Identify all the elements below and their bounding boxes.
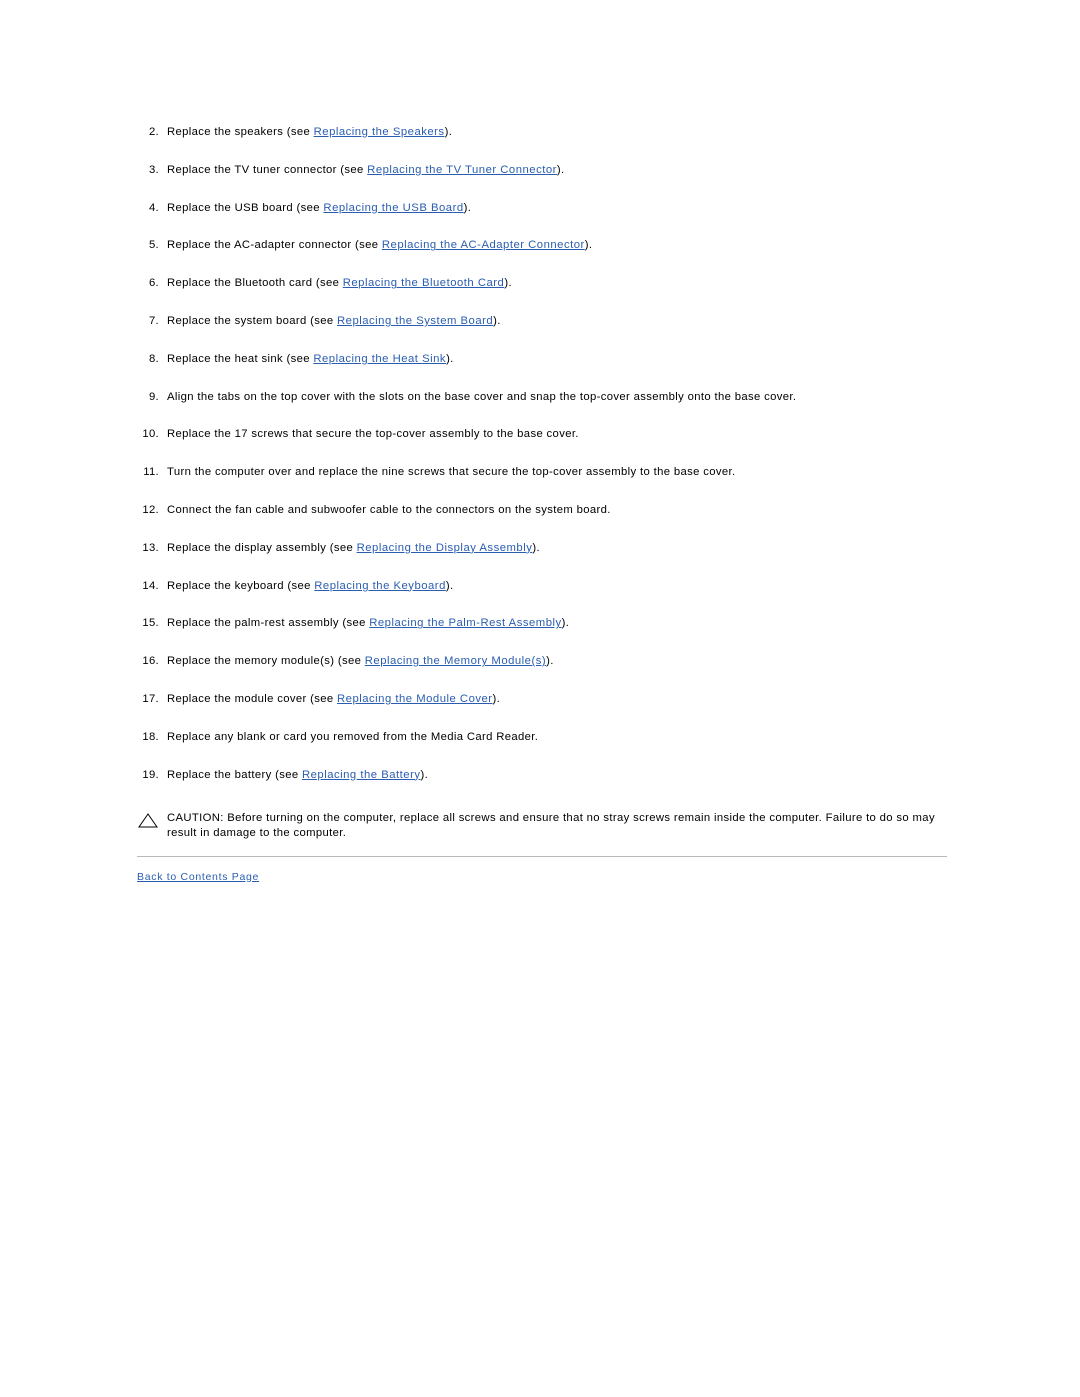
step-text: Replace the speakers (see bbox=[167, 126, 314, 138]
step-text: Replace the palm-rest assembly (see bbox=[167, 617, 370, 630]
step-text-suffix: ). bbox=[546, 655, 554, 668]
step-text: Replace the USB board (see bbox=[167, 201, 324, 214]
procedure-step: 17. Replace the module cover (see Replaci… bbox=[137, 692, 947, 707]
document-page: 2. Replace the speakers (see Replacing th… bbox=[0, 0, 1080, 1397]
procedure-step: 2. Replace the speakers (see Replacing th… bbox=[137, 125, 947, 140]
step-text-suffix: ). bbox=[446, 352, 454, 365]
step-text: Replace the TV tuner connector (see bbox=[167, 163, 368, 176]
procedure-step: 10. Replace the 17 screws that secure the… bbox=[137, 427, 947, 442]
procedure-step: 18. Replace any blank or card you removed… bbox=[137, 730, 947, 745]
step-number: 9. bbox=[148, 390, 159, 403]
warning-triangle-icon bbox=[137, 812, 159, 828]
procedure-step: 9. Align the tabs on the top cover with t… bbox=[137, 390, 947, 405]
step-text: Replace the keyboard (see bbox=[167, 579, 315, 592]
back-to-contents[interactable]: Back to Contents Page bbox=[137, 871, 947, 883]
procedure-step: 16. Replace the memory module(s) (see Rep… bbox=[137, 654, 947, 669]
procedure-step: 14. Replace the keyboard (see Replacing t… bbox=[137, 579, 947, 594]
step-number: 13. bbox=[142, 541, 159, 554]
procedure-step: 3. Replace the TV tuner connector (see Re… bbox=[137, 163, 947, 178]
step-text-suffix: ). bbox=[532, 541, 540, 554]
step-text-suffix: ). bbox=[492, 692, 501, 705]
document-content: 2. Replace the speakers (see Replacing th… bbox=[137, 125, 947, 883]
procedure-step: 12. Connect the fan cable and subwoofer c… bbox=[137, 503, 947, 518]
step-number: 16. bbox=[142, 655, 159, 668]
step-cross-reference-link[interactable]: Replacing the USB Board bbox=[323, 202, 463, 214]
step-text: Replace the AC-adapter connector (see bbox=[167, 239, 382, 252]
step-text-suffix: ). bbox=[556, 163, 565, 176]
step-text-suffix: ). bbox=[584, 239, 593, 252]
step-text: Replace the display assembly (see bbox=[167, 541, 357, 554]
step-text: Replace the system board (see bbox=[167, 314, 337, 327]
step-text: Replace the battery (see bbox=[167, 768, 302, 781]
step-cross-reference-link[interactable]: Replacing the Palm-Rest Assembly bbox=[369, 617, 561, 629]
horizontal-rule bbox=[137, 855, 947, 857]
caution-text: CAUTION: Before turning on the computer,… bbox=[167, 811, 935, 840]
step-text-suffix: ). bbox=[504, 277, 512, 290]
step-text: Replace the Bluetooth card (see bbox=[167, 277, 343, 290]
procedure-step: 19. Replace the battery (see Replacing th… bbox=[137, 768, 947, 783]
step-number: 7. bbox=[148, 314, 159, 327]
step-number: 15. bbox=[142, 617, 159, 630]
procedure-step: 8. Replace the heat sink (see Replacing t… bbox=[137, 352, 947, 367]
step-cross-reference-link[interactable]: Replacing the Heat Sink bbox=[313, 353, 446, 365]
step-cross-reference-link[interactable]: Replacing the Memory Module(s) bbox=[365, 655, 546, 667]
step-cross-reference-link[interactable]: Replacing the Bluetooth Card bbox=[343, 277, 505, 289]
caution-note: CAUTION: Before turning on the computer,… bbox=[137, 811, 947, 842]
step-text: Replace the heat sink (see bbox=[167, 352, 314, 365]
back-to-contents-link[interactable]: Back to Contents Page bbox=[137, 871, 259, 883]
step-text-suffix: ). bbox=[445, 579, 454, 592]
procedure-step-list: 2. Replace the speakers (see Replacing th… bbox=[137, 125, 947, 783]
step-number: 19. bbox=[142, 768, 159, 781]
step-number: 14. bbox=[142, 579, 159, 592]
step-number: 6. bbox=[148, 277, 159, 290]
procedure-step: 15. Replace the palm-rest assembly (see R… bbox=[137, 616, 947, 631]
step-cross-reference-link[interactable]: Replacing the System Board bbox=[337, 315, 493, 327]
step-cross-reference-link[interactable]: Replacing the Battery bbox=[302, 769, 421, 781]
step-number: 12. bbox=[142, 503, 159, 516]
step-number: 11. bbox=[143, 466, 159, 479]
procedure-step: 13. Replace the display assembly (see Rep… bbox=[137, 541, 947, 556]
step-text-suffix: ). bbox=[561, 617, 570, 630]
step-text: Align the tabs on the top cover with the… bbox=[167, 390, 797, 403]
step-number: 17. bbox=[142, 692, 159, 705]
step-text-suffix: ). bbox=[463, 201, 472, 214]
step-number: 4. bbox=[148, 201, 159, 214]
step-text: Connect the fan cable and subwoofer cabl… bbox=[167, 503, 611, 516]
procedure-step: 5. Replace the AC-adapter connector (see … bbox=[137, 238, 947, 253]
step-number: 2. bbox=[148, 126, 159, 138]
step-text-suffix: ). bbox=[493, 314, 501, 327]
procedure-step: 11. Turn the computer over and replace th… bbox=[137, 465, 947, 480]
step-number: 5. bbox=[148, 239, 159, 252]
step-text: Replace the 17 screws that secure the to… bbox=[167, 428, 579, 441]
step-text-suffix: ). bbox=[420, 768, 429, 781]
step-text: Replace the memory module(s) (see bbox=[167, 655, 365, 668]
step-text: Replace the module cover (see bbox=[167, 692, 337, 705]
step-cross-reference-link[interactable]: Replacing the Display Assembly bbox=[357, 542, 533, 554]
procedure-step: 7. Replace the system board (see Replacin… bbox=[137, 314, 947, 329]
step-number: 8. bbox=[148, 352, 159, 365]
step-number: 3. bbox=[148, 163, 159, 176]
step-text: Turn the computer over and replace the n… bbox=[167, 466, 736, 479]
procedure-step: 4. Replace the USB board (see Replacing t… bbox=[137, 201, 947, 216]
step-cross-reference-link[interactable]: Replacing the Keyboard bbox=[314, 580, 446, 592]
step-cross-reference-link[interactable]: Replacing the Speakers bbox=[314, 126, 445, 138]
step-number: 18. bbox=[142, 730, 159, 743]
step-cross-reference-link[interactable]: Replacing the Module Cover bbox=[337, 693, 493, 705]
step-number: 10. bbox=[142, 428, 159, 441]
procedure-step: 6. Replace the Bluetooth card (see Replac… bbox=[137, 276, 947, 291]
step-cross-reference-link[interactable]: Replacing the TV Tuner Connector bbox=[367, 164, 557, 176]
step-text-suffix: ). bbox=[444, 126, 453, 138]
step-cross-reference-link[interactable]: Replacing the AC-Adapter Connector bbox=[382, 239, 585, 251]
step-text: Replace any blank or card you removed fr… bbox=[167, 730, 539, 743]
